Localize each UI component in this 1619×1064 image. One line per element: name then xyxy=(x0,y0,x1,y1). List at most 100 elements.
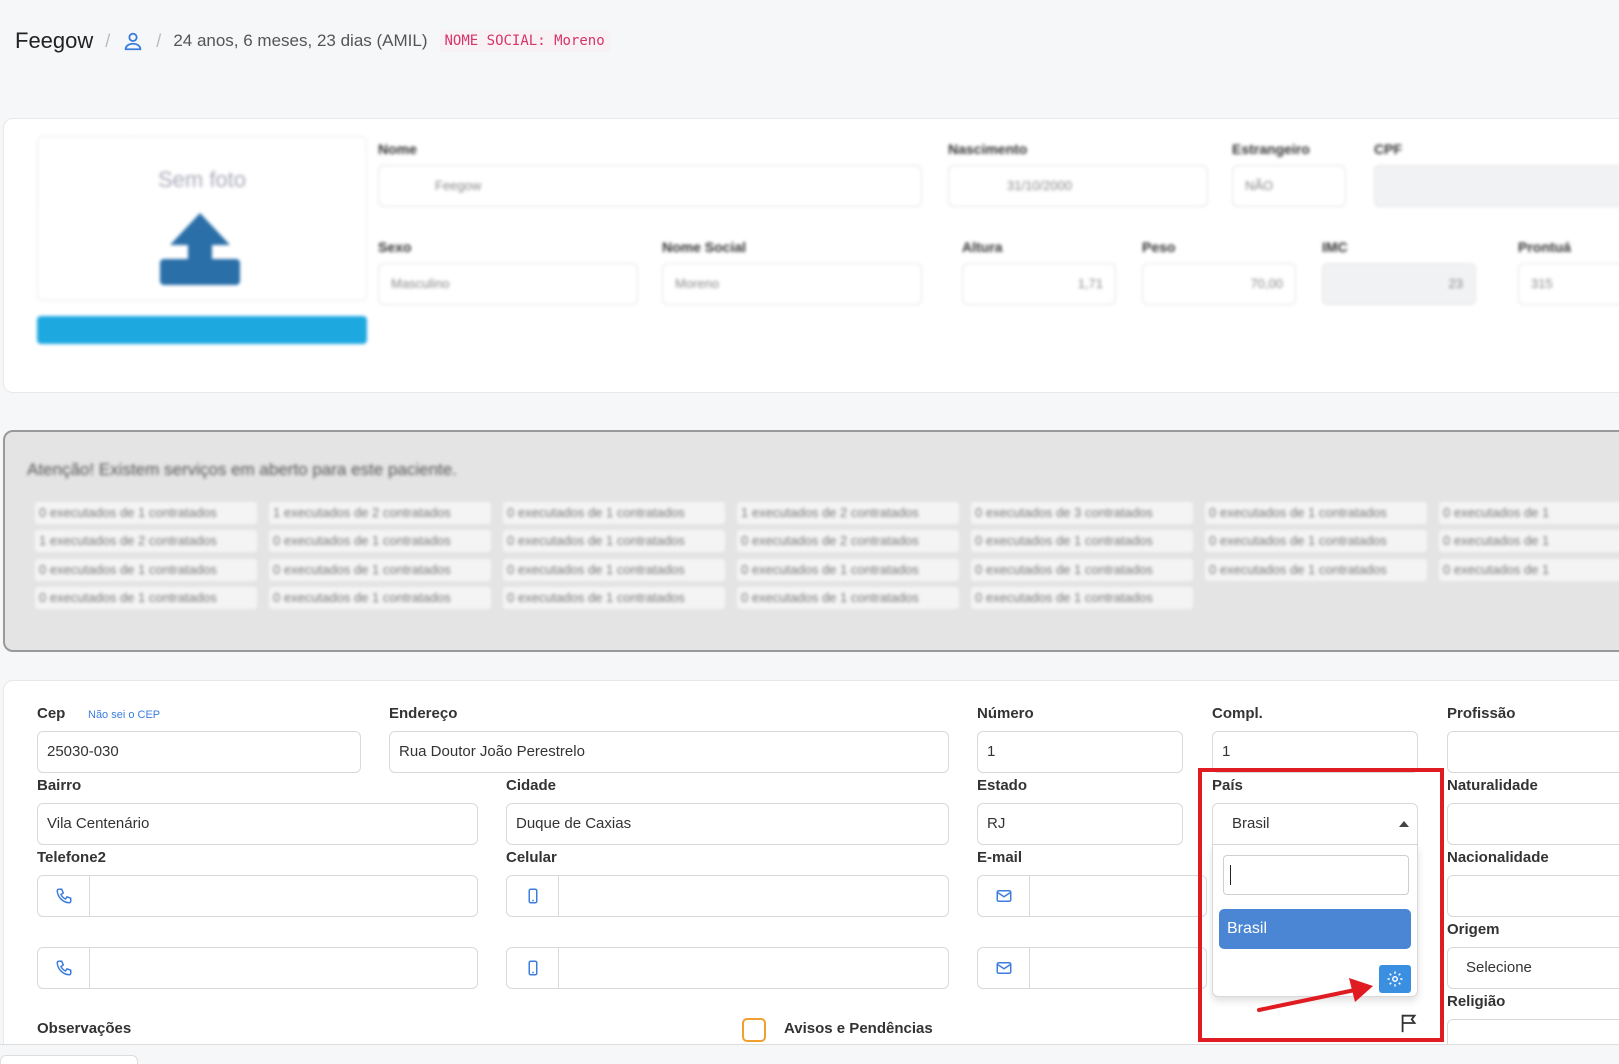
service-chip: 1 executados de 2 contratados xyxy=(737,502,959,524)
endereco-label: Endereço xyxy=(389,705,458,722)
profissao-input[interactable] xyxy=(1447,731,1619,773)
service-chip: 0 executados de 1 contratados xyxy=(269,559,491,581)
breadcrumb-brand[interactable]: Feegow xyxy=(15,28,93,54)
breadcrumb-separator: / xyxy=(156,30,162,51)
estado-input[interactable]: RJ xyxy=(977,803,1183,845)
telefone2-input[interactable] xyxy=(90,876,477,916)
service-chip: 0 executados de 1 contratados xyxy=(503,530,725,552)
service-chip: 0 executados de 1 contratados xyxy=(35,559,257,581)
altura-label: Altura xyxy=(962,239,1003,255)
celular-extra-input[interactable] xyxy=(559,948,948,988)
mobile-icon xyxy=(507,876,559,916)
compl-input[interactable]: 1 xyxy=(1212,731,1418,773)
photo-box[interactable]: Sem foto xyxy=(37,136,367,301)
compl-label: Compl. xyxy=(1212,705,1263,722)
service-chip: 0 executados de 1 contratados xyxy=(1205,530,1427,552)
naturalidade-label: Naturalidade xyxy=(1447,777,1538,794)
email-label: E-mail xyxy=(977,849,1023,866)
telefone-extra-group xyxy=(37,947,478,989)
photo-placeholder-text: Sem foto xyxy=(157,167,247,192)
service-chip: 0 executados de 1 contratados xyxy=(503,559,725,581)
avisos-label: Avisos e Pendências xyxy=(784,1020,933,1037)
cidade-label: Cidade xyxy=(506,777,557,794)
prontuario-input[interactable]: 315 xyxy=(1518,263,1619,305)
bottom-tabs-bar xyxy=(0,1044,1619,1064)
origem-select[interactable]: Selecione xyxy=(1447,947,1619,989)
user-icon[interactable] xyxy=(122,30,144,52)
patient-card: Sem foto Nome Feegow Nascimento 31/10/20… xyxy=(3,118,1619,393)
social-name-badge: NOME SOCIAL: Moreno xyxy=(439,30,610,52)
religiao-label: Religião xyxy=(1447,993,1506,1010)
numero-label: Número xyxy=(977,705,1034,722)
service-chip: 0 executados de 1 contratados xyxy=(503,587,725,609)
cep-input[interactable]: 25030-030 xyxy=(37,731,361,773)
mobile-icon xyxy=(507,948,559,988)
service-chip: 1 executados de 2 contratados xyxy=(269,502,491,524)
telefone2-group xyxy=(37,875,478,917)
upload-icon xyxy=(160,213,240,285)
nacionalidade-input[interactable] xyxy=(1447,875,1619,917)
service-chip: 0 executados de 2 contratados xyxy=(737,530,959,552)
cpf-input[interactable] xyxy=(1374,165,1619,207)
imc-input: 23 xyxy=(1322,263,1476,305)
avisos-checkbox[interactable] xyxy=(742,1018,766,1042)
celular-input[interactable] xyxy=(559,876,948,916)
peso-input[interactable]: 70,00 xyxy=(1142,263,1296,305)
cidade-input[interactable]: Duque de Caxias xyxy=(506,803,949,845)
envelope-icon xyxy=(978,948,1030,988)
nascimento-input[interactable]: 31/10/2000 xyxy=(948,165,1208,207)
service-chip: 0 executados de 1 contratados xyxy=(971,587,1193,609)
phone-icon xyxy=(38,876,90,916)
nome-social-input[interactable]: Moreno xyxy=(662,263,922,305)
service-chip: 0 executados de 3 contratados xyxy=(971,502,1193,524)
telefone2-label: Telefone2 xyxy=(37,849,106,866)
service-chip: 0 executados de 1 xyxy=(1439,502,1619,524)
altura-input[interactable]: 1,71 xyxy=(962,263,1116,305)
service-chip: 0 executados de 1 contratados xyxy=(971,530,1193,552)
telefone-extra-input[interactable] xyxy=(90,948,477,988)
estrangeiro-toggle[interactable]: NÃO xyxy=(1232,165,1346,207)
service-chip: 0 executados de 1 xyxy=(1439,559,1619,581)
peso-label: Peso xyxy=(1142,239,1176,255)
bairro-input[interactable]: Vila Centenário xyxy=(37,803,478,845)
bottom-tab[interactable] xyxy=(0,1055,138,1064)
alert-title: Atenção! Existem serviços em aberto para… xyxy=(27,460,457,479)
service-chip: 0 executados de 1 contratados xyxy=(971,559,1193,581)
origem-label: Origem xyxy=(1447,921,1500,938)
nome-input[interactable]: Feegow xyxy=(378,165,922,207)
cep-unknown-link[interactable]: Não sei o CEP xyxy=(88,709,160,721)
service-chip: 0 executados de 1 contratados xyxy=(737,559,959,581)
prontuario-label: Prontuá xyxy=(1518,239,1571,255)
observacoes-label: Observações xyxy=(37,1020,132,1037)
cpf-label: CPF xyxy=(1374,141,1402,157)
profissao-label: Profissão xyxy=(1447,705,1516,722)
bairro-label: Bairro xyxy=(37,777,82,794)
service-chip: 1 executados de 2 contratados xyxy=(35,530,257,552)
email-group xyxy=(977,875,1207,917)
service-chip: 0 executados de 1 contratados xyxy=(35,502,257,524)
numero-input[interactable]: 1 xyxy=(977,731,1183,773)
service-chip: 0 executados de 1 contratados xyxy=(503,502,725,524)
celular-label: Celular xyxy=(506,849,557,866)
naturalidade-input[interactable] xyxy=(1447,803,1619,845)
sexo-select[interactable]: Masculino xyxy=(378,263,638,305)
celular-extra-group xyxy=(506,947,949,989)
breadcrumb-separator: / xyxy=(105,30,111,51)
email-extra-input[interactable] xyxy=(1030,948,1206,988)
service-chip: 0 executados de 1 contratados xyxy=(1205,502,1427,524)
estado-label: Estado xyxy=(977,777,1028,794)
service-chip: 0 executados de 1 contratados xyxy=(269,530,491,552)
email-input[interactable] xyxy=(1030,876,1206,916)
service-chip: 0 executados de 1 xyxy=(1439,530,1619,552)
service-chip: 0 executados de 1 contratados xyxy=(1205,559,1427,581)
cep-label: Cep xyxy=(37,705,66,722)
photo-capture-button[interactable] xyxy=(37,316,367,344)
endereco-input[interactable]: Rua Doutor João Perestrelo xyxy=(389,731,949,773)
nascimento-label: Nascimento xyxy=(948,141,1028,157)
email-extra-group xyxy=(977,947,1207,989)
patient-age-info: 24 anos, 6 meses, 23 dias (AMIL) xyxy=(173,31,428,50)
nome-label: Nome xyxy=(378,141,417,157)
imc-label: IMC xyxy=(1322,239,1348,255)
arrow-annotation xyxy=(1257,978,1373,1012)
breadcrumb: Feegow / / 24 anos, 6 meses, 23 dias (AM… xyxy=(15,26,610,56)
